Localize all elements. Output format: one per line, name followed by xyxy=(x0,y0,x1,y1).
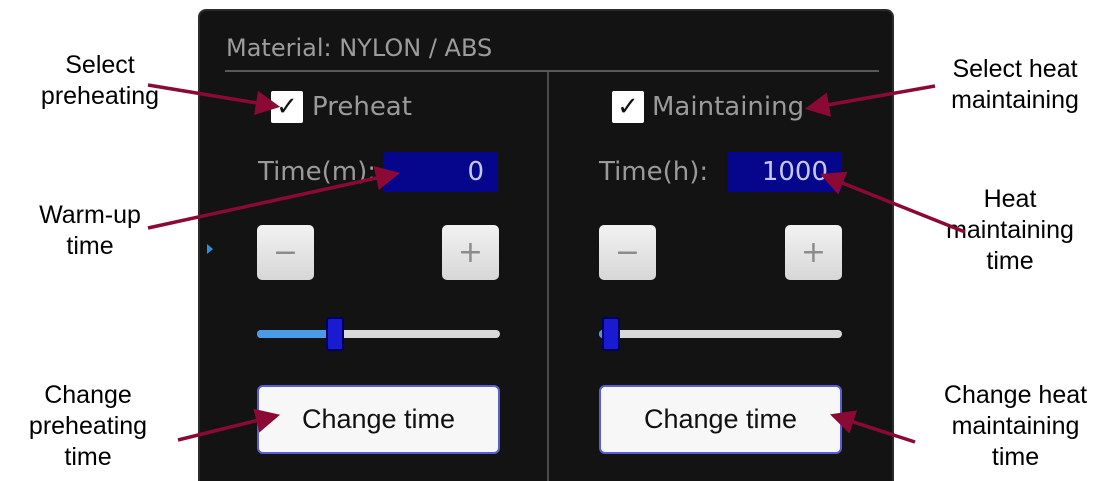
arrow-to-maintain-time xyxy=(820,171,966,234)
arrow-to-change-maintain-button xyxy=(830,410,916,444)
arrow-to-change-preheat-button xyxy=(177,408,281,442)
arrow-to-warmup-time xyxy=(147,166,401,230)
arrow-to-maintaining-checkbox xyxy=(804,84,936,117)
arrow-to-preheat-checkbox xyxy=(147,83,281,115)
annotation-arrows xyxy=(147,83,966,444)
